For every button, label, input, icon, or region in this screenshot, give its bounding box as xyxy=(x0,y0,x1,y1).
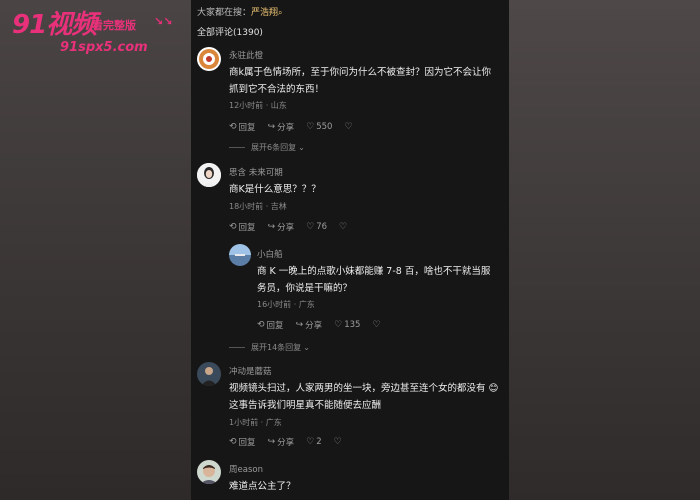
avatar[interactable] xyxy=(197,47,221,71)
watermark: 91视频 看完整版 ↘↘ 91spx5.com xyxy=(12,10,182,56)
comment-actions: ⟲ 回复 ↪ 分享 ♡ 2 ♡ xyxy=(229,436,356,448)
broken-heart-icon: ♡ xyxy=(333,437,342,447)
comment-username[interactable]: 小白船 xyxy=(257,248,283,260)
reply-button[interactable]: ⟲ 回复 xyxy=(229,121,256,133)
expand-replies-button[interactable]: 展开6条回复 ⌄ xyxy=(229,142,305,153)
chevron-down-icon: ⌄ xyxy=(303,343,310,352)
reply-icon: ⟲ xyxy=(229,437,237,447)
comment-text: 商K是什么意思？？？ xyxy=(229,184,321,195)
dislike-button[interactable]: ♡ xyxy=(344,122,354,132)
comments-panel[interactable]: 大家都在搜：严浩翔⌕ 全部评论(1390) 永驻此橙 商k属于色情场所，至于你问… xyxy=(191,0,509,500)
chevron-down-icon: ⌄ xyxy=(298,143,305,152)
share-icon: ↪ xyxy=(295,320,304,330)
avatar[interactable] xyxy=(229,244,251,266)
comment-actions: ⟲ 回复 ↪ 分享 ♡ 135 ♡ xyxy=(257,319,395,331)
comment-meta: 1小时前 · 广东 xyxy=(229,418,282,427)
watermark-arrows: ↘↘ xyxy=(154,15,173,28)
comment-username[interactable]: 思含 未来可期 xyxy=(229,166,283,178)
heart-icon: ♡ xyxy=(306,222,315,232)
reply-icon: ⟲ xyxy=(229,222,237,232)
like-button[interactable]: ♡ 2 xyxy=(306,437,322,447)
broken-heart-icon: ♡ xyxy=(344,122,353,132)
share-button[interactable]: ↪ 分享 xyxy=(268,436,295,448)
background-left xyxy=(0,0,191,500)
reply-icon: ⟲ xyxy=(229,122,237,132)
watermark-url: 91spx5.com xyxy=(60,40,148,55)
avatar[interactable] xyxy=(197,460,221,484)
comment-meta: 16小时前 · 广东 xyxy=(257,300,315,309)
dislike-button[interactable]: ♡ xyxy=(339,222,349,232)
share-icon: ↪ xyxy=(267,222,276,232)
share-button[interactable]: ↪ 分享 xyxy=(296,319,323,331)
reply-button[interactable]: ⟲ 回复 xyxy=(229,221,256,233)
like-button[interactable]: ♡ 550 xyxy=(306,122,332,132)
search-suggestion[interactable]: 大家都在搜：严浩翔⌕ xyxy=(197,5,283,18)
broken-heart-icon: ♡ xyxy=(372,320,381,330)
comment-username[interactable]: 冲动是蘑菇 xyxy=(229,365,272,377)
like-button[interactable]: ♡ 135 xyxy=(334,320,360,330)
watermark-tag: 看完整版 xyxy=(92,19,136,32)
comment-text: 商k属于色情场所，至于你问为什么不被查封？因为它不会让你抓到它不合法的东西！ xyxy=(229,67,492,95)
avatar[interactable] xyxy=(197,362,221,386)
like-button[interactable]: ♡ 76 xyxy=(306,222,327,232)
divider xyxy=(229,347,245,348)
comment-text: 难道点公主了？ xyxy=(229,481,296,492)
share-button[interactable]: ↪ 分享 xyxy=(268,121,295,133)
watermark-logo: 91视频 xyxy=(12,10,97,40)
comment-username[interactable]: 周eason xyxy=(229,463,263,475)
share-icon: ↪ xyxy=(267,437,276,447)
heart-icon: ♡ xyxy=(306,122,315,132)
comment-text: 商 K 一晚上的点歌小妹都能赚 7-8 百，啥也不干就当服务员，你说是干嘛的？ xyxy=(257,266,491,294)
reply-button[interactable]: ⟲ 回复 xyxy=(257,319,284,331)
avatar[interactable] xyxy=(197,163,221,187)
heart-icon: ♡ xyxy=(306,437,315,447)
dislike-button[interactable]: ♡ xyxy=(334,437,344,447)
heart-icon: ♡ xyxy=(334,320,343,330)
dislike-button[interactable]: ♡ xyxy=(372,320,382,330)
comment-actions: ⟲ 回复 ↪ 分享 ♡ 76 ♡ xyxy=(229,221,361,233)
expand-replies-button[interactable]: 展开14条回复 ⌄ xyxy=(229,342,310,353)
divider xyxy=(229,147,245,148)
comment-meta: 18小时前 · 吉林 xyxy=(229,202,287,211)
search-prefix: 大家都在搜： xyxy=(197,8,252,18)
comment-actions: ⟲ 回复 ↪ 分享 ♡ 550 ♡ xyxy=(229,121,367,133)
share-button[interactable]: ↪ 分享 xyxy=(268,221,295,233)
background-right xyxy=(509,0,700,500)
comment-meta: 12小时前 · 山东 xyxy=(229,101,287,110)
search-icon: ⌕ xyxy=(278,8,283,17)
share-icon: ↪ xyxy=(267,122,276,132)
broken-heart-icon: ♡ xyxy=(339,222,348,232)
comment-text: 视频镜头扫过，人家两男的坐一块，旁边甚至连个女的都没有 😊 这事告诉我们明星真不… xyxy=(229,383,499,411)
search-keyword[interactable]: 严浩翔 xyxy=(251,8,278,18)
reply-button[interactable]: ⟲ 回复 xyxy=(229,436,256,448)
reply-icon: ⟲ xyxy=(257,320,265,330)
comment-username[interactable]: 永驻此橙 xyxy=(229,49,263,61)
comments-count-header: 全部评论(1390) xyxy=(197,28,263,38)
